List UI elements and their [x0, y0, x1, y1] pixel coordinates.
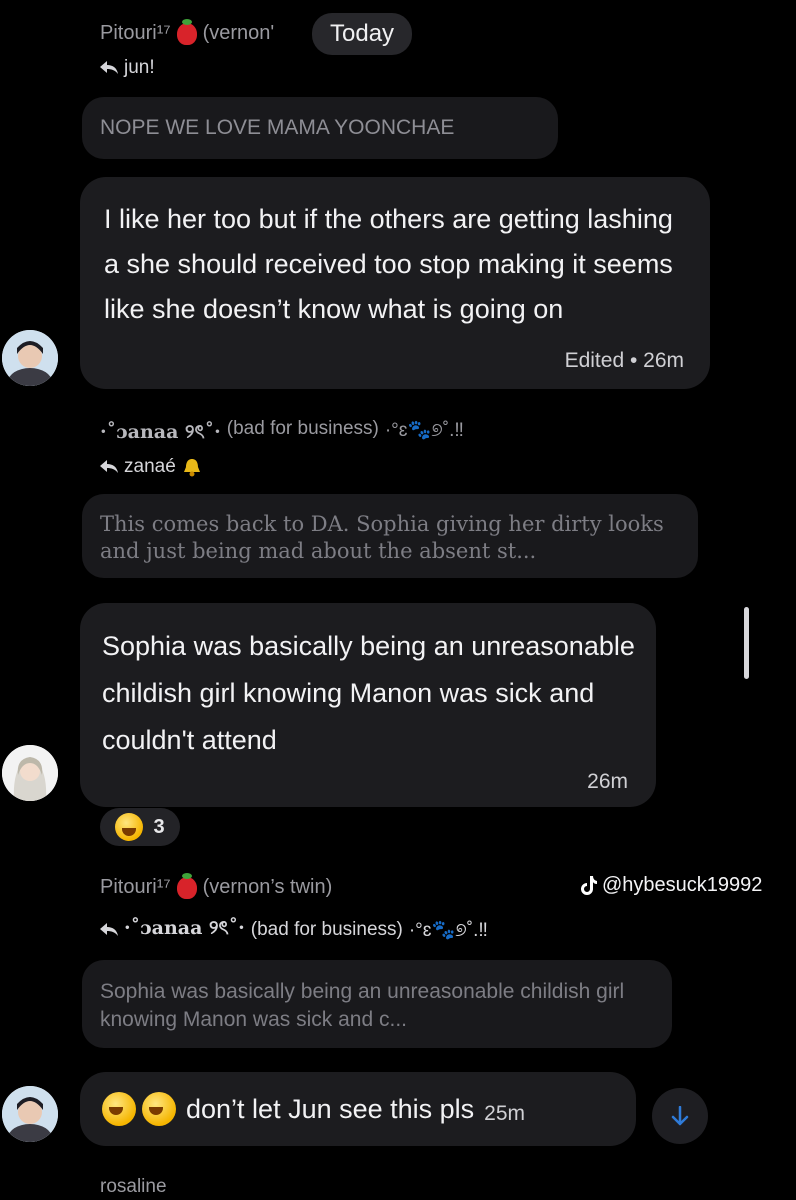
- avatar-image: [2, 330, 58, 386]
- quoted-message[interactable]: Sophia was basically being an unreasonab…: [82, 960, 672, 1048]
- sender-decoration: ·°ɛ🐾୭˚.‼: [384, 420, 464, 441]
- message-text: I like her too but if the others are get…: [104, 204, 673, 324]
- message-header: Pitouri¹⁷ (vernon’s twin): [100, 872, 333, 899]
- sender-name[interactable]: Pitouri¹⁷: [100, 22, 171, 45]
- next-sender-name[interactable]: rosaline: [100, 1176, 167, 1198]
- avatar[interactable]: [2, 330, 58, 386]
- message-timestamp: 25m: [484, 1102, 526, 1125]
- reply-header: ·˚ɔanaa ୨ৎ˚· (bad for business) ·°ɛ🐾୭˚.‼: [100, 914, 488, 946]
- reply-to-name[interactable]: jun!: [124, 57, 155, 79]
- sender-nickname: (vernon’s twin): [202, 876, 333, 898]
- watermark-handle: @hybesuck19992: [602, 874, 763, 896]
- scrollbar-thumb[interactable]: [744, 607, 749, 679]
- reply-header: jun!: [100, 57, 155, 79]
- reply-arrow-icon: [100, 923, 118, 936]
- tiktok-logo-icon: [581, 875, 597, 895]
- message-text: don’t let Jun see this pls: [186, 1093, 475, 1124]
- sender-nickname: (vernon': [202, 22, 275, 44]
- message-timestamp: 26m: [587, 770, 628, 793]
- avatar[interactable]: [2, 1086, 58, 1142]
- message-timestamp: Edited • 26m: [564, 349, 684, 372]
- reaction-count: 3: [153, 815, 165, 838]
- sender-name[interactable]: Pitouri¹⁷: [100, 876, 171, 899]
- bell-icon: [183, 459, 200, 477]
- reaction-pill[interactable]: 3: [100, 808, 180, 846]
- message-bubble[interactable]: I like her too but if the others are get…: [80, 177, 710, 389]
- sender-name[interactable]: ·˚ɔanaa ୨ৎ˚·: [100, 418, 221, 450]
- avatar[interactable]: [2, 745, 58, 801]
- message-bubble[interactable]: don’t let Jun see this pls 25m: [80, 1072, 636, 1146]
- message-text: Sophia was basically being an unreasonab…: [102, 631, 635, 755]
- message-header: Pitouri¹⁷ (vernon': [100, 18, 275, 45]
- reply-to-nickname: (bad for business): [250, 919, 403, 940]
- reply-to-name[interactable]: ·˚ɔanaa ୨ৎ˚·: [124, 914, 245, 946]
- date-pill: Today: [312, 13, 413, 55]
- sender-nickname: (bad for business): [226, 418, 379, 439]
- quoted-message[interactable]: This comes back to DA. Sophia giving her…: [82, 494, 698, 578]
- message-header: ·˚ɔanaa ୨ৎ˚· (bad for business) ·°ɛ🐾୭˚.‼: [100, 418, 464, 450]
- reply-arrow-icon: [100, 460, 118, 473]
- reply-arrow-icon: [100, 61, 118, 74]
- strawberry-icon: [176, 18, 197, 45]
- avatar-image: [2, 745, 58, 801]
- crying-emoji-icon: [115, 813, 144, 841]
- strawberry-icon: [176, 872, 197, 899]
- message-bubble[interactable]: Sophia was basically being an unreasonab…: [80, 603, 656, 807]
- scroll-to-bottom-button[interactable]: [652, 1088, 708, 1144]
- quoted-message[interactable]: NOPE WE LOVE MAMA YOONCHAE: [82, 97, 558, 159]
- scroll-down-arrow-icon: [671, 1106, 689, 1126]
- tiktok-watermark: @hybesuck19992: [580, 874, 762, 897]
- reply-to-name[interactable]: zanaé: [124, 456, 176, 478]
- crying-emoji-icon: [142, 1092, 176, 1126]
- crying-emoji-icon: [102, 1092, 136, 1126]
- reply-header: zanaé: [100, 456, 202, 478]
- reply-to-decoration: ·°ɛ🐾୭˚.‼: [408, 920, 488, 941]
- avatar-image: [2, 1086, 58, 1142]
